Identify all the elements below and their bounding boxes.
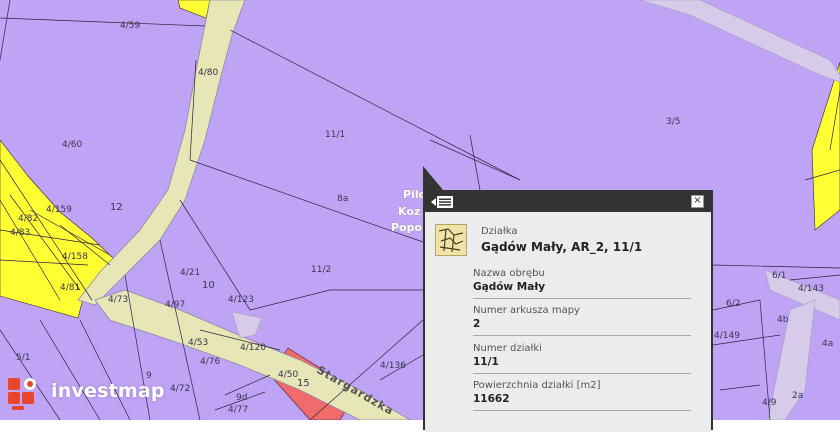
field-map-sheet-number: Numer arkusza mapy 2 [473,305,691,336]
field-label: Nazwa obrębu [473,268,545,279]
parcel-label: 4/159 [46,205,72,215]
list-icon[interactable] [431,194,453,208]
place-label: Koz [398,205,420,218]
parcel-label: 4/82 [18,214,38,224]
popup-body: Działka Gądów Mały, AR_2, 11/1 Nazwa obr… [425,212,711,432]
parcel-label: 4/50 [278,370,298,380]
field-precinct-name: Nazwa obrębu Gądów Mały [473,268,691,299]
parcel-label: 4/76 [200,357,220,367]
field-value: 11662 [473,393,510,405]
parcel-label: 3/5 [666,117,680,127]
logo-text: investmap [51,380,165,402]
parcel-label: 4/73 [108,295,128,305]
parcel-label: 8a [337,194,348,204]
parcel-label: 4/143 [798,284,824,294]
parcel-label: 15 [297,378,310,389]
parcel-label: 4/9 [762,398,777,408]
parcel-label: 4/136 [380,361,406,371]
parcel-label: 4/80 [198,68,218,78]
parcel-label: 4/21 [180,268,200,278]
place-label: Popo [391,221,422,234]
parcel-info-popup: × Działka Gądów Mały, AR_2, 11/1 Nazwa o… [423,166,713,432]
field-parcel-area: Powierzchnia działki [m2] 11662 [473,380,691,411]
parcel-label: 4/158 [62,252,88,262]
parcel-label: 6/2 [726,299,740,309]
parcel-label: 12 [110,202,123,213]
field-label: Numer arkusza mapy [473,305,580,316]
parcel-label: 4b [777,315,789,325]
parcel-label: 4/97 [165,300,185,310]
map-canvas[interactable]: 4/59 4/80 4/60 11/1 3/5 8a 12 4/82 4/159… [0,0,840,420]
parcel-label: 4/123 [228,295,254,305]
field-label: Powierzchnia działki [m2] [473,380,601,391]
parcel-label: 11/2 [311,265,331,275]
field-value: 11/1 [473,356,499,368]
parcel-label: 4/72 [170,384,190,394]
investmap-logo[interactable]: investmap [8,376,168,410]
close-icon[interactable]: × [691,195,704,208]
parcel-label: 4a [822,339,833,349]
popup-toolbar: × [423,190,713,212]
parcel-label: 4/77 [228,405,248,415]
popup-category: Działka [481,226,518,237]
parcel-label: 4/149 [714,331,740,341]
parcel-label: 11/1 [325,130,345,140]
parcel-thumbnail-icon [435,224,467,256]
parcel-label: 4/59 [120,21,140,31]
parcel-label: 5/1 [16,353,30,363]
popup-title: Gądów Mały, AR_2, 11/1 [481,240,643,254]
parcel-label: 10 [202,280,215,291]
parcel-label: 4/53 [188,338,208,348]
parcel-label: 9d [236,393,247,403]
parcel-label: 2a [792,391,803,401]
investmap-logo-icon [8,378,42,410]
parcel-label: 4/60 [62,140,82,150]
parcel-label: 4/81 [60,283,80,293]
field-value: Gądów Mały [473,281,546,293]
popup-header: Działka Gądów Mały, AR_2, 11/1 [435,224,705,264]
parcel-label: 6/1 [772,271,786,281]
field-label: Numer działki [473,343,542,354]
field-value: 2 [473,318,481,330]
parcel-label: 4/83 [10,228,30,238]
popup-pointer [423,166,443,190]
parcel-label: 4/120 [240,343,266,353]
field-parcel-number: Numer działki 11/1 [473,343,691,374]
